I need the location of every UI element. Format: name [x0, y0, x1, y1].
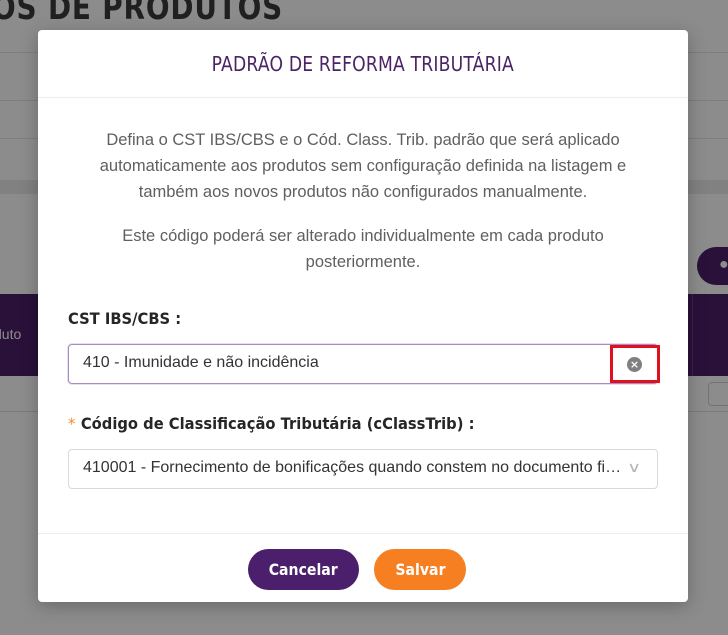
cst-value: 410 - Imunidade e não incidência [83, 354, 319, 371]
modal-header: PADRÃO DE REFORMA TRIBUTÁRIA [38, 30, 688, 98]
cclass-label: * Código de Classificação Tributária (cCl… [68, 414, 474, 433]
cancel-button-label: Cancelar [268, 560, 339, 579]
modal-note: Este código poderá ser alterado individu… [122, 227, 604, 271]
cst-select[interactable]: 410 - Imunidade e não incidência [68, 344, 658, 384]
clear-icon[interactable]: × [627, 357, 642, 372]
cst-label: CST IBS/CBS : [68, 309, 182, 328]
cclass-select[interactable]: 410001 - Fornecimento de bonificações qu… [68, 449, 658, 489]
cclass-value: 410001 - Fornecimento de bonificações qu… [83, 459, 623, 476]
chevron-down-icon: ∨ [626, 460, 642, 476]
required-asterisk: * [68, 414, 76, 433]
cclass-label-text: Código de Classificação Tributária (cCla… [80, 414, 475, 433]
tax-reform-modal: PADRÃO DE REFORMA TRIBUTÁRIA Defina o CS… [38, 30, 688, 602]
modal-title: PADRÃO DE REFORMA TRIBUTÁRIA [211, 51, 515, 76]
save-button-label: Salvar [394, 560, 446, 579]
modal-footer: Cancelar Salvar [38, 533, 688, 602]
modal-description: Defina o CST IBS/CBS e o Cód. Class. Tri… [99, 131, 627, 201]
save-button[interactable]: Salvar [374, 549, 466, 590]
cancel-button[interactable]: Cancelar [248, 549, 359, 590]
